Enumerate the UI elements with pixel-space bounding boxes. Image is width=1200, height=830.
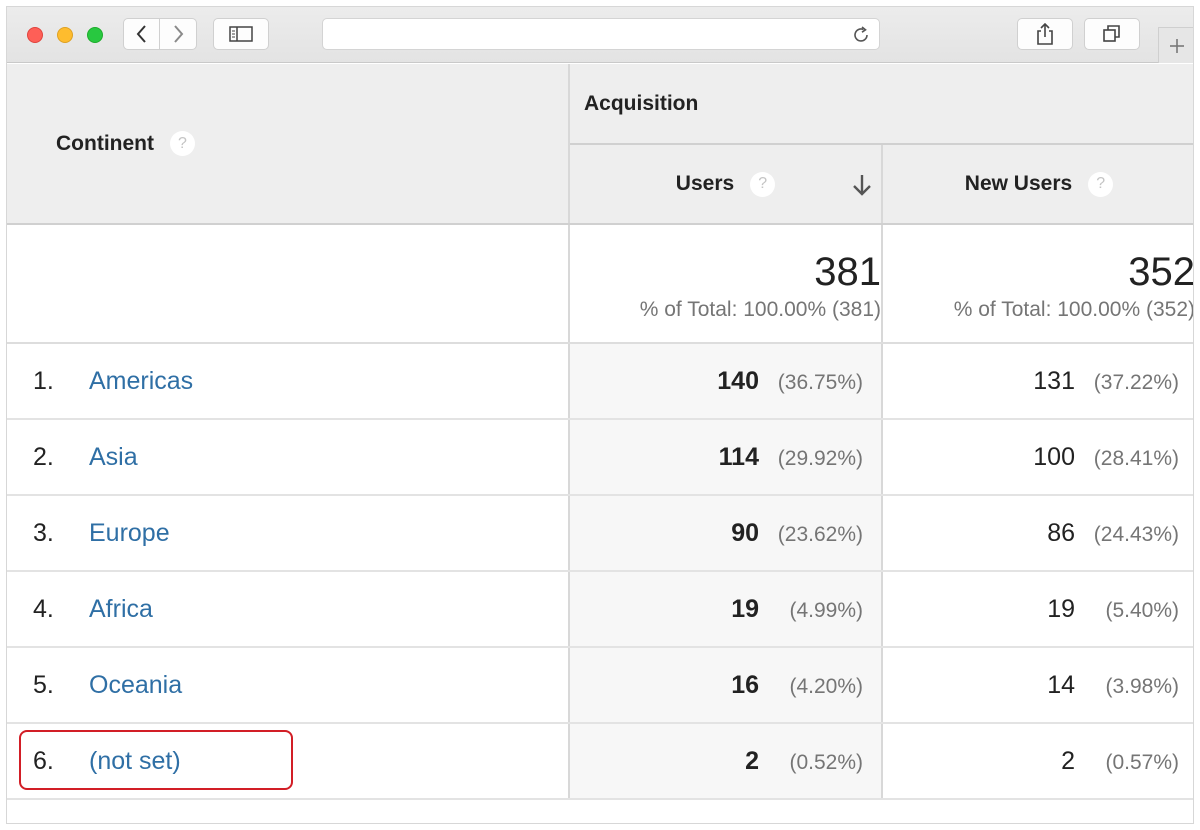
users-header-label: Users [675,172,735,195]
browser-window: Continent ? Acquisition Users ? New User… [6,6,1194,824]
sort-descending-icon[interactable] [851,173,873,197]
users-value: 90 [731,518,759,547]
tab-overview-icon [1103,25,1120,42]
users-percent: (4.20%) [789,674,863,698]
new-users-value: 131 [1033,366,1075,395]
users-value: 114 [718,442,759,471]
new-users-value: 14 [1047,670,1075,699]
back-button[interactable] [123,18,160,50]
users-value: 140 [717,366,759,395]
new-users-value: 2 [1061,746,1075,775]
new-users-percent: (28.41%) [1093,446,1179,470]
users-percent: (29.92%) [777,446,863,470]
table-row: 5. Oceania 16 (4.20%) 14 (3.98%) [7,647,1193,724]
close-window-button[interactable] [27,27,43,43]
share-icon [1037,23,1053,45]
tab-overview-button[interactable] [1084,18,1140,50]
share-button[interactable] [1017,18,1073,50]
new-users-percent: (0.57%) [1105,750,1179,774]
new-users-percent: (37.22%) [1093,370,1179,394]
chevron-right-icon [174,25,184,43]
row-number: 5. [33,670,54,699]
users-total-cell: 381 % of Total: 100.00% (381) [569,224,883,344]
reload-icon[interactable] [851,25,871,45]
new-users-column-header[interactable]: New Users ? [882,144,1193,225]
continent-link[interactable]: Asia [89,443,138,472]
new-tab-button[interactable] [1158,27,1193,63]
new-users-total-percent: % of Total: 100.00% (352) [953,297,1194,321]
help-icon[interactable]: ? [169,131,195,156]
users-percent: (0.52%) [789,750,863,774]
browser-toolbar [7,7,1193,63]
table-row: 2. Asia 114 (29.92%) 100 (28.41%) [7,419,1193,496]
address-bar[interactable] [322,18,880,50]
sidebar-icon [229,26,253,42]
row-number: 2. [33,442,54,471]
users-value: 19 [731,594,759,623]
new-users-total-value: 352 [1128,249,1194,294]
row-number: 1. [33,366,54,395]
continent-link[interactable]: Americas [89,367,193,396]
totals-row: 381 % of Total: 100.00% (381) 352 % of T… [7,224,1194,344]
table-row: 4. Africa 19 (4.99%) 19 (5.40%) [7,571,1193,648]
group-header-label: Acquisition [584,91,699,115]
minimize-window-button[interactable] [57,27,73,43]
sidebar-toggle-button[interactable] [213,18,269,50]
users-column-header[interactable]: Users ? [569,144,883,225]
report-table: Continent ? Acquisition Users ? New User… [7,64,1194,800]
users-percent: (23.62%) [777,522,863,546]
users-total-value: 381 [814,249,881,294]
continent-link[interactable]: Europe [89,519,170,548]
forward-button[interactable] [160,18,197,50]
dimension-header-label: Continent [56,131,154,155]
continent-link[interactable]: Africa [89,595,153,624]
new-users-header-label: New Users [964,172,1073,195]
new-users-percent: (24.43%) [1093,522,1179,546]
new-users-percent: (5.40%) [1105,598,1179,622]
new-users-total-cell: 352 % of Total: 100.00% (352) [882,224,1194,344]
new-users-value: 100 [1033,442,1075,471]
zoom-window-button[interactable] [87,27,103,43]
new-users-value: 19 [1047,594,1075,623]
row-number: 3. [33,518,54,547]
users-value: 16 [731,670,759,699]
help-icon[interactable]: ? [750,171,776,197]
totals-dimension-cell [7,224,570,344]
users-percent: (4.99%) [789,598,863,622]
users-total-percent: % of Total: 100.00% (381) [639,297,881,321]
table-row: 6. (not set) 2 (0.52%) 2 (0.57%) [7,723,1193,800]
new-users-percent: (3.98%) [1105,674,1179,698]
continent-link[interactable]: Oceania [89,671,182,700]
chevron-left-icon [136,25,146,43]
row-number: 4. [33,594,54,623]
plus-icon [1170,38,1184,53]
users-value: 2 [745,746,759,775]
row-number: 6. [33,746,54,775]
new-users-value: 86 [1047,518,1075,547]
help-icon[interactable]: ? [1088,171,1114,197]
acquisition-group-header: Acquisition [569,64,1193,145]
table-row: 3. Europe 90 (23.62%) 86 (24.43%) [7,495,1193,572]
continent-link[interactable]: (not set) [89,747,181,776]
dimension-header: Continent ? [7,64,570,225]
users-percent: (36.75%) [777,370,863,394]
table-row: 1. Americas 140 (36.75%) 131 (37.22%) [7,343,1193,420]
